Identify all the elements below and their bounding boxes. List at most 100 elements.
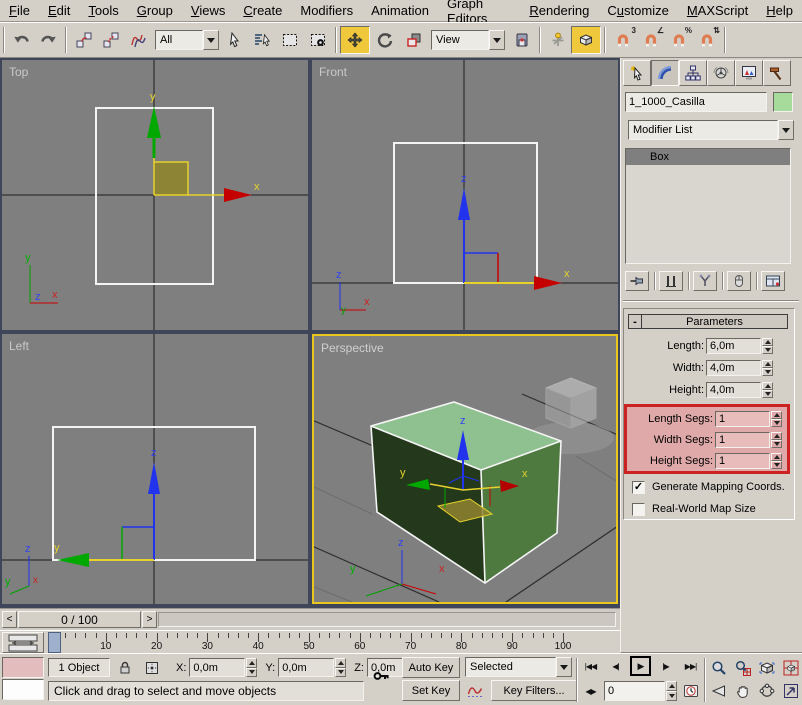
reference-coordinate-system-dropdown[interactable]: View (431, 30, 505, 50)
make-unique-button[interactable] (693, 271, 717, 291)
time-slider-track[interactable] (158, 612, 616, 627)
arc-rotate-button[interactable] (755, 680, 778, 702)
key-filters-button[interactable]: Key Filters... (491, 680, 577, 701)
coord-field-x[interactable]: 0,0m (189, 658, 246, 677)
spinner-up[interactable] (771, 410, 782, 419)
configure-modifier-sets-button[interactable] (761, 271, 785, 291)
modifier-stack[interactable]: Box (625, 148, 791, 264)
object-name-field[interactable]: 1_1000_Casilla (625, 92, 767, 112)
spinner-down[interactable] (335, 667, 347, 677)
spinner-down[interactable] (771, 418, 782, 427)
menu-help[interactable]: Help (757, 1, 802, 20)
previous-frame-button[interactable]: ◀| (605, 656, 626, 676)
rectangular-selection-region-button[interactable] (276, 26, 304, 54)
zoom-button[interactable] (707, 657, 730, 679)
pin-stack-button[interactable] (625, 271, 649, 291)
spinner-down[interactable] (762, 345, 773, 354)
spinner-up[interactable] (762, 381, 773, 390)
set-keys-button[interactable] (366, 662, 396, 690)
viewport-label[interactable]: Top (9, 65, 29, 79)
absolute-offset-mode-toggle[interactable] (141, 658, 163, 677)
gizmo-y-arrow[interactable] (147, 106, 161, 138)
time-configuration-button[interactable] (680, 681, 701, 701)
gizmo-y-arrow[interactable] (57, 553, 89, 567)
frame-spinner[interactable] (666, 681, 677, 701)
play-button[interactable]: ▶ (630, 656, 651, 676)
auto-key-button[interactable]: Auto Key (402, 657, 460, 678)
spinner-up[interactable] (762, 337, 773, 346)
modifier-list-dropdown[interactable]: Modifier List (628, 120, 794, 140)
viewport-label[interactable]: Front (319, 65, 348, 79)
previous-frame-slider-button[interactable]: < (2, 611, 17, 628)
bind-to-space-warp-button[interactable] (124, 26, 152, 54)
track-bar-frame-handle[interactable] (48, 632, 61, 653)
viewport-label[interactable]: Perspective (321, 341, 384, 355)
zoom-extents-button[interactable] (755, 657, 778, 679)
menu-views[interactable]: Views (182, 1, 234, 20)
menu-create[interactable]: Create (234, 1, 291, 20)
default-tangent-button[interactable] (462, 680, 488, 701)
viewport-top[interactable]: y x y z x Top (2, 60, 308, 330)
percent-snap-toggle[interactable]: % (665, 26, 693, 54)
tab-utilities[interactable] (763, 60, 791, 86)
window-crossing-toggle[interactable] (304, 26, 332, 54)
tab-modify[interactable] (651, 60, 679, 86)
spinner-up[interactable] (335, 658, 347, 668)
parameters-rollout-header[interactable]: - Parameters (628, 314, 788, 329)
select-and-link-button[interactable] (70, 26, 97, 54)
menu-customize[interactable]: Customize (598, 1, 677, 20)
zoom-all-button[interactable] (731, 657, 754, 679)
viewport-label[interactable]: Left (9, 339, 30, 353)
menu-maxscript[interactable]: MAXScript (678, 1, 757, 20)
viewport-front[interactable]: z x z y x Front (312, 60, 618, 330)
remove-modifier-button[interactable] (727, 271, 751, 291)
menu-group[interactable]: Group (128, 1, 182, 20)
gizmo-z-arrow[interactable] (148, 462, 160, 494)
dropdown-arrow-icon[interactable] (556, 657, 572, 677)
selection-lock-toggle[interactable] (114, 658, 136, 677)
spinner-up[interactable] (246, 658, 258, 668)
show-end-result-button[interactable] (659, 271, 683, 291)
viewport-perspective[interactable]: z y x z y x Perspective (312, 334, 618, 604)
use-pivot-point-center-button[interactable] (508, 26, 536, 54)
tab-hierarchy[interactable] (679, 60, 707, 86)
spinner-down[interactable] (246, 667, 258, 677)
select-by-name-button[interactable] (248, 26, 276, 54)
dropdown-arrow-icon[interactable] (203, 30, 219, 50)
select-object-button[interactable] (222, 26, 248, 54)
coord-field-y[interactable]: 0,0m (278, 658, 335, 677)
zoom-extents-all-button[interactable] (779, 657, 802, 679)
dropdown-arrow-icon[interactable] (489, 30, 505, 50)
menu-tools[interactable]: Tools (79, 1, 127, 20)
dropdown-arrow-icon[interactable] (778, 120, 794, 140)
next-frame-button[interactable]: |▶ (655, 656, 676, 676)
menu-animation[interactable]: Animation (362, 1, 438, 20)
param-field-width[interactable]: 4,0m (706, 359, 761, 376)
param-field-length-segs[interactable]: 1 (715, 410, 770, 427)
menu-edit[interactable]: Edit (39, 1, 79, 20)
redo-button[interactable] (35, 26, 62, 54)
menu-rendering[interactable]: Rendering (520, 1, 598, 20)
spinner-up[interactable] (666, 681, 677, 691)
select-and-rotate-button[interactable] (370, 26, 400, 54)
param-spinner[interactable] (762, 359, 773, 376)
track-bar[interactable]: 0102030405060708090100 (0, 630, 620, 653)
pan-button[interactable] (731, 680, 754, 702)
param-spinner[interactable] (762, 381, 773, 398)
angle-snap-toggle[interactable]: ∠ (637, 26, 665, 54)
gizmo-plane-handle[interactable] (154, 162, 188, 195)
param-spinner[interactable] (771, 410, 782, 427)
spinner-down[interactable] (666, 691, 677, 701)
select-and-scale-button[interactable] (400, 26, 428, 54)
min-max-toggle-button[interactable] (779, 680, 802, 702)
selection-filter-dropdown[interactable]: All (155, 30, 219, 50)
maxscript-mini-listener-white[interactable] (2, 679, 44, 700)
param-spinner[interactable] (771, 431, 782, 448)
set-key-button[interactable]: Set Key (402, 680, 460, 701)
gizmo-x-arrow[interactable] (534, 276, 562, 290)
tab-motion[interactable] (707, 60, 735, 86)
select-and-move-button[interactable] (340, 26, 370, 54)
stack-item-box[interactable]: Box (626, 149, 790, 165)
spinner-down[interactable] (771, 460, 782, 469)
object-color-swatch[interactable] (773, 92, 793, 112)
